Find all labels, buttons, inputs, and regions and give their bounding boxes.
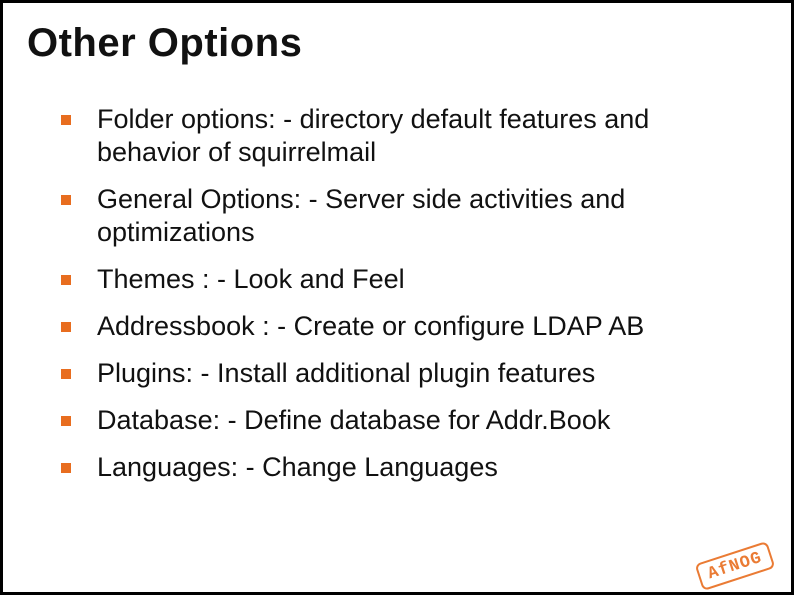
slide-title: Other Options	[3, 3, 791, 65]
afnog-stamp-icon: AfNOG	[695, 541, 776, 591]
slide-frame: Other Options Folder options: - director…	[0, 0, 794, 595]
list-item: Plugins: - Install additional plugin fea…	[61, 357, 753, 390]
list-item: Languages: - Change Languages	[61, 451, 753, 484]
list-item: Folder options: - directory default feat…	[61, 103, 753, 169]
list-item: Themes : - Look and Feel	[61, 263, 753, 296]
list-item: Database: - Define database for Addr.Boo…	[61, 404, 753, 437]
slide-body: Folder options: - directory default feat…	[3, 65, 791, 483]
list-item: General Options: - Server side activitie…	[61, 183, 753, 249]
bullet-list: Folder options: - directory default feat…	[61, 103, 753, 483]
list-item: Addressbook : - Create or configure LDAP…	[61, 310, 753, 343]
